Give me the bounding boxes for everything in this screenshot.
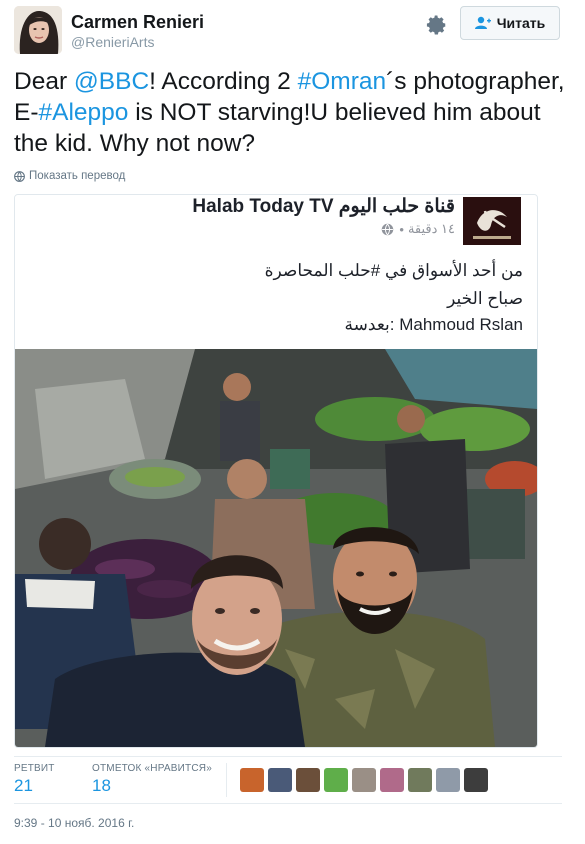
tweet-text-part: Dear — [14, 68, 74, 95]
retweet-stat[interactable]: РЕТВИТ 21 — [14, 763, 55, 796]
retweet-label: РЕТВИТ — [14, 763, 55, 774]
embedded-facebook-post: Halab Today TV قناة حلب اليوم • ١٤ دقيقة… — [15, 195, 537, 349]
liker-avatar[interactable] — [408, 768, 432, 792]
page-name: Halab Today TV قناة حلب اليوم — [192, 196, 455, 217]
liker-avatar[interactable] — [324, 768, 348, 792]
globe-icon — [382, 223, 394, 235]
user-handle[interactable]: @RenieriArts — [71, 34, 154, 50]
liker-avatar[interactable] — [240, 768, 264, 792]
liker-avatar[interactable] — [352, 768, 376, 792]
likes-label: ОТМЕТОК «НРАВИТСЯ» — [92, 763, 212, 774]
follow-label: Читать — [496, 15, 546, 31]
stats-divider — [226, 763, 227, 797]
follow-user-icon — [474, 16, 491, 29]
liker-avatar[interactable] — [268, 768, 292, 792]
globe-icon — [14, 170, 25, 182]
user-avatar[interactable] — [14, 6, 62, 54]
market-photo — [15, 349, 537, 747]
tweet-timestamp[interactable]: 9:39 - 10 нояб. 2016 г. — [14, 816, 134, 830]
post-text-line: صباح الخير — [447, 289, 523, 308]
post-time: ١٤ دقيقة — [407, 221, 455, 236]
tweet-header: Carmen Renieri @RenieriArts Читать — [14, 6, 574, 56]
post-meta: • ١٤ دقيقة — [381, 221, 455, 237]
likes-stat[interactable]: ОТМЕТОК «НРАВИТСЯ» 18 — [92, 763, 212, 796]
liker-avatar[interactable] — [436, 768, 460, 792]
retweet-count: 21 — [14, 776, 33, 795]
tweet-media[interactable]: Halab Today TV قناة حلب اليوم • ١٤ دقيقة… — [14, 194, 538, 748]
translate-link[interactable]: Показать перевод — [14, 170, 125, 182]
hashtag-link[interactable]: #Aleppo — [39, 99, 129, 126]
tweet-text-part: ! According 2 — [149, 68, 298, 95]
follow-button[interactable]: Читать — [460, 6, 560, 40]
hashtag-link[interactable]: #Omran — [298, 68, 387, 95]
likes-count: 18 — [92, 776, 111, 795]
translate-label: Показать перевод — [29, 170, 126, 182]
page-logo — [463, 197, 521, 245]
post-text-line: من أحد الأسواق في #حلب المحاصرة — [264, 261, 523, 280]
liker-avatar[interactable] — [296, 768, 320, 792]
mention-link[interactable]: @BBC — [74, 68, 149, 95]
tweet-text: Dear @BBC! According 2 #Omran´s photogra… — [14, 66, 574, 159]
tweet-stats: РЕТВИТ 21 ОТМЕТОК «НРАВИТСЯ» 18 — [14, 756, 562, 804]
user-name[interactable]: Carmen Renieri — [71, 12, 204, 33]
gear-icon[interactable] — [426, 14, 448, 36]
liker-avatars — [240, 768, 488, 792]
liker-avatar[interactable] — [380, 768, 404, 792]
post-credit: بعدسة: Mahmoud Rslan — [344, 315, 523, 334]
liker-avatar[interactable] — [464, 768, 488, 792]
